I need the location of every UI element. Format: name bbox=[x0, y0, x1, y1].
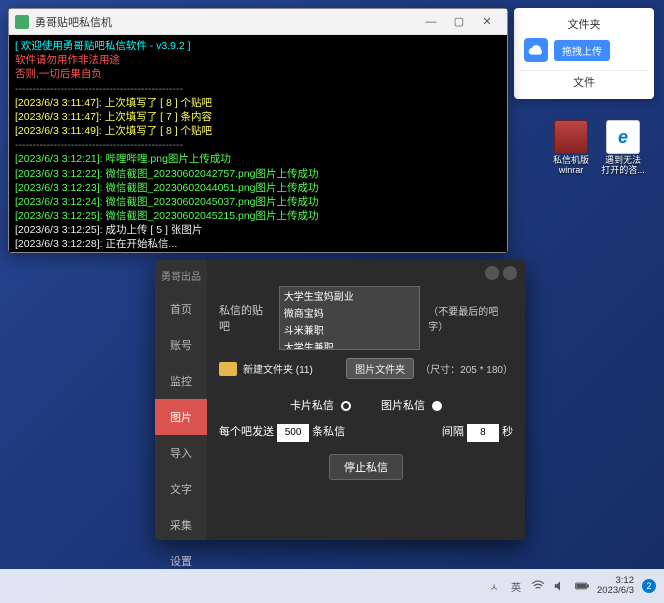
stop-button[interactable]: 停止私信 bbox=[329, 454, 403, 480]
console-line: [ 欢迎使用勇哥贴吧私信软件 - v3.9.2 ] bbox=[15, 39, 501, 53]
tieba-label: 私信的贴吧 bbox=[219, 302, 271, 334]
console-line: [2023/6/3 3:12:21]: 哔哩哔哩.png图片上传成功 bbox=[15, 152, 501, 166]
console-title: 勇哥贴吧私信机 bbox=[35, 14, 417, 30]
desktop-icon-rar[interactable]: 私信机版 winrar bbox=[548, 120, 594, 176]
console-line: [2023/6/3 3:11:47]: 上次填写了 [ 8 ] 个贴吧 bbox=[15, 96, 501, 110]
console-window: 勇哥贴吧私信机 — ▢ ✕ [ 欢迎使用勇哥贴吧私信软件 - v3.9.2 ]软… bbox=[8, 8, 508, 253]
nav-item-0[interactable]: 首页 bbox=[155, 291, 207, 327]
battery-icon[interactable] bbox=[575, 579, 589, 593]
taskbar[interactable]: ㅅ 英 3:12 2023/6/3 2 bbox=[0, 569, 664, 603]
list-item[interactable]: 斗米兼职 bbox=[280, 321, 419, 338]
cloud-upload-row: 拖拽上传 bbox=[520, 34, 648, 66]
settings-sidebar: 勇哥出品 首页账号监控图片导入文字采集设置 bbox=[155, 260, 207, 540]
settings-minimize-button[interactable] bbox=[485, 266, 499, 280]
console-line: ----------------------------------------… bbox=[15, 82, 501, 96]
console-titlebar[interactable]: 勇哥贴吧私信机 — ▢ ✕ bbox=[9, 9, 507, 35]
console-line: [2023/6/3 3:11:47]: 上次填写了 [ 7 ] 条内容 bbox=[15, 110, 501, 124]
cloud-header: 文件夹 bbox=[520, 14, 648, 34]
interval-group: 间隔 秒 bbox=[442, 423, 513, 442]
radio-image[interactable]: 图片私信 bbox=[381, 397, 442, 413]
close-button[interactable]: ✕ bbox=[473, 12, 501, 32]
ie-icon bbox=[606, 120, 640, 154]
nav-item-6[interactable]: 采集 bbox=[155, 507, 207, 543]
wifi-icon[interactable] bbox=[531, 579, 545, 593]
nav-item-3[interactable]: 图片 bbox=[155, 399, 207, 435]
interval-input[interactable] bbox=[467, 424, 499, 442]
tray-chevron-icon[interactable]: ㅅ bbox=[487, 579, 501, 593]
radio-icon bbox=[341, 401, 351, 411]
console-line: ----------------------------------------… bbox=[15, 138, 501, 152]
settings-close-button[interactable] bbox=[503, 266, 517, 280]
console-line: [2023/6/3 3:12:24]: 微信截图_20230602045037.… bbox=[15, 195, 501, 209]
send-count-input[interactable] bbox=[277, 424, 309, 442]
list-item[interactable]: 大学生宝妈副业 bbox=[280, 287, 419, 304]
folder-icon bbox=[219, 362, 237, 376]
notification-badge[interactable]: 2 bbox=[642, 579, 656, 593]
cloud-footer[interactable]: 文件 bbox=[520, 70, 648, 93]
console-line: [2023/6/3 3:12:28]: 正在开始私信... bbox=[15, 237, 501, 251]
console-line: 软件请勿用作非法用途 bbox=[15, 53, 501, 67]
upload-button[interactable]: 拖拽上传 bbox=[554, 40, 610, 61]
send-group: 每个吧发送 条私信 bbox=[219, 423, 345, 442]
rar-icon bbox=[554, 120, 588, 154]
app-icon bbox=[15, 15, 29, 29]
nav-item-2[interactable]: 监控 bbox=[155, 363, 207, 399]
desktop-icon-ie[interactable]: 遇到无法 打开的咨... bbox=[600, 120, 646, 176]
list-item[interactable]: 微商宝妈 bbox=[280, 304, 419, 321]
cloud-icon bbox=[524, 38, 548, 62]
console-line: [2023/6/3 3:12:25]: 成功上传 [ 5 ] 张图片 bbox=[15, 223, 501, 237]
settings-main: 私信的贴吧 大学生宝妈副业微商宝妈斗米兼职大学生兼职电脑赚钱 （不要最后的吧字）… bbox=[207, 260, 525, 540]
minimize-button[interactable]: — bbox=[417, 12, 445, 32]
tray-clock[interactable]: 3:12 2023/6/3 bbox=[597, 576, 634, 597]
console-line: 否则,一切后果自负 bbox=[15, 67, 501, 81]
volume-icon[interactable] bbox=[553, 579, 567, 593]
radio-card[interactable]: 卡片私信 bbox=[290, 397, 351, 413]
nav-item-1[interactable]: 账号 bbox=[155, 327, 207, 363]
ime-lang[interactable]: 英 bbox=[509, 579, 523, 593]
folder-label: 新建文件夹 (11) bbox=[243, 361, 340, 376]
console-line: [2023/6/3 3:12:25]: 微信截图_20230602045215.… bbox=[15, 209, 501, 223]
folder-button[interactable]: 图片文件夹 bbox=[346, 358, 414, 379]
desktop-icon-label: 遇到无法 打开的咨... bbox=[600, 156, 646, 176]
brand-label: 勇哥出品 bbox=[155, 260, 207, 291]
tieba-hint: （不要最后的吧字） bbox=[428, 303, 513, 333]
list-item[interactable]: 大学生兼职 bbox=[280, 338, 419, 350]
radio-icon bbox=[432, 401, 442, 411]
nav-item-4[interactable]: 导入 bbox=[155, 435, 207, 471]
console-line: [2023/6/3 3:11:49]: 上次填写了 [ 8 ] 个贴吧 bbox=[15, 124, 501, 138]
desktop-icon-label: 私信机版 winrar bbox=[548, 156, 594, 176]
maximize-button[interactable]: ▢ bbox=[445, 12, 473, 32]
cloud-panel: 文件夹 拖拽上传 文件 bbox=[514, 8, 654, 99]
console-line: [2023/6/3 3:12:22]: 微信截图_20230602042757.… bbox=[15, 167, 501, 181]
nav-item-5[interactable]: 文字 bbox=[155, 471, 207, 507]
settings-window: 勇哥出品 首页账号监控图片导入文字采集设置 私信的贴吧 大学生宝妈副业微商宝妈斗… bbox=[155, 260, 525, 540]
console-body[interactable]: [ 欢迎使用勇哥贴吧私信软件 - v3.9.2 ]软件请勿用作非法用途否则,一切… bbox=[9, 35, 507, 252]
size-info: （尺寸：205 * 180） bbox=[420, 361, 513, 376]
tieba-listbox[interactable]: 大学生宝妈副业微商宝妈斗米兼职大学生兼职电脑赚钱 bbox=[279, 286, 420, 350]
console-line: [2023/6/3 3:12:23]: 微信截图_20230602044051.… bbox=[15, 181, 501, 195]
